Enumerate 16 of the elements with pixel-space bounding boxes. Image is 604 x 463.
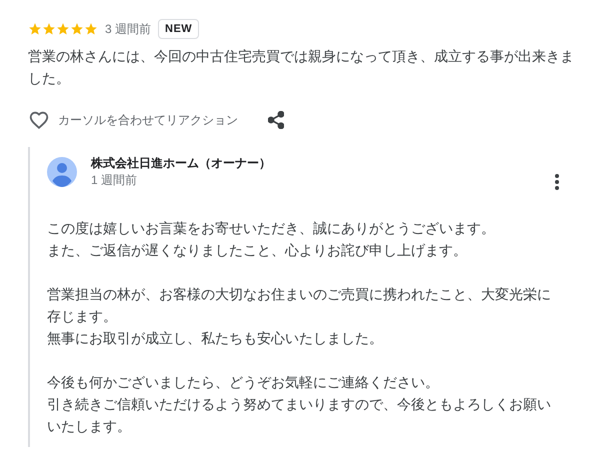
reply-text: 営業担当の林が、お客様の大切なお住まいのご売買に携われたこと、大変光栄に存じます。 bbox=[47, 285, 552, 326]
reply-text: 無事にお取引が成立し、私たちも安心いたしました。 bbox=[47, 329, 384, 348]
review-text: 営業の林さんには、今回の中古住宅売買では親身になって頂き、成立する事が出来きました。 bbox=[28, 47, 575, 88]
new-badge: NEW bbox=[158, 19, 200, 39]
share-icon[interactable] bbox=[268, 111, 284, 129]
avatar-icon bbox=[47, 157, 77, 187]
review-time: 3 週間前 bbox=[105, 20, 152, 38]
heart-icon[interactable] bbox=[28, 109, 50, 131]
reaction-hint: カーソルを合わせてリアクション bbox=[58, 112, 238, 128]
more-icon[interactable] bbox=[554, 173, 560, 191]
reply-text: また、ご返信が遅くなりましたこと、心よりお詫び申し上げます。 bbox=[47, 241, 468, 260]
reply-time: 1 週間前 bbox=[91, 172, 138, 189]
owner-name: 株式会社日進ホーム（オーナー） bbox=[91, 155, 271, 172]
reply-text: 引き続きご信頼いただけるよう努めてまいりますので、今後ともよろしくお願いいたします。 bbox=[47, 395, 552, 436]
reply-text: 今後も何かございましたら、どうぞお気軽にご連絡ください。 bbox=[47, 373, 440, 392]
reply-text: この度は嬉しいお言葉をお寄せいただき、誠にありがとうございます。 bbox=[47, 219, 496, 238]
